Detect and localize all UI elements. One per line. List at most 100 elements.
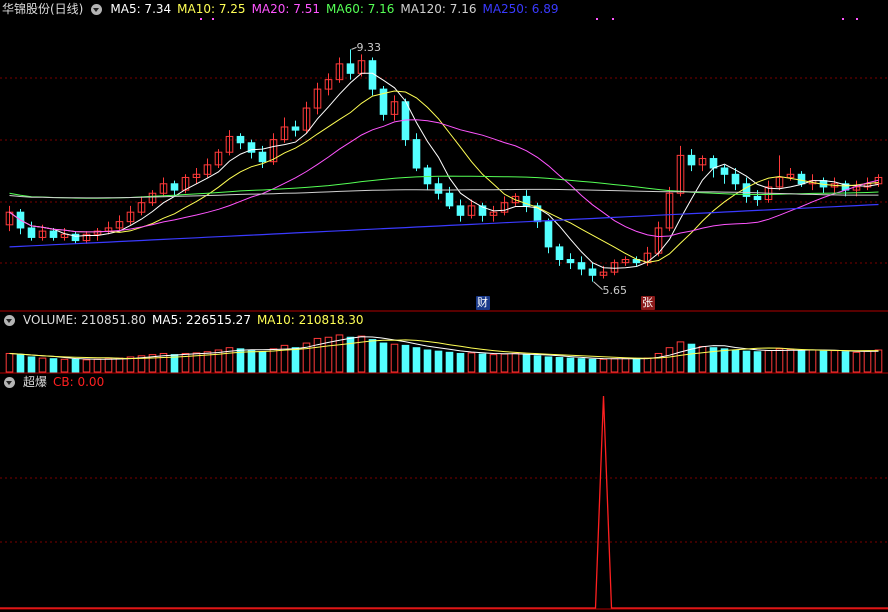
chevron-down-icon[interactable] [4, 314, 15, 326]
candle-body [346, 63, 355, 74]
volume-bar [588, 358, 597, 373]
cb-line [0, 395, 888, 609]
volume-bar [742, 350, 751, 373]
candle-body [555, 246, 564, 261]
volume-bar [808, 349, 817, 373]
volume-bar [38, 357, 47, 373]
volume-bar [379, 342, 388, 373]
volume-bar [654, 352, 663, 373]
candle-body [27, 227, 36, 238]
volume-bar [720, 348, 729, 373]
candle-body [423, 167, 432, 185]
volume-bar [599, 358, 608, 373]
volume-bar [368, 339, 377, 373]
volume-bar [797, 350, 806, 373]
volume-bar [533, 355, 542, 373]
volume-bar [632, 358, 641, 373]
volume-bar [566, 357, 575, 373]
volume-bar [412, 347, 421, 373]
volume-bar [27, 356, 36, 373]
chevron-down-icon[interactable] [4, 376, 15, 388]
volume-bar [60, 358, 69, 373]
volume-bar [643, 357, 652, 373]
volume-ma10: MA10: 210818.30 [256, 313, 364, 327]
volume-bar [544, 356, 553, 373]
volume-bar [555, 357, 564, 373]
volume-bar [247, 350, 256, 373]
volume-bar [665, 347, 674, 373]
candle-body [753, 195, 762, 201]
volume-bar [390, 343, 399, 373]
ma-label-1: MA10: 7.25 [177, 2, 246, 16]
volume-bar [434, 350, 443, 373]
candle-body [412, 139, 421, 169]
ma-label-2: MA20: 7.51 [251, 2, 320, 16]
ma-label-4: MA120: 7.16 [400, 2, 477, 16]
volume-bar [577, 358, 586, 373]
volume-bar [214, 349, 223, 373]
candle-body [49, 230, 58, 238]
candle-body [709, 158, 718, 169]
volume-bar [269, 348, 278, 373]
candle-body [566, 259, 575, 264]
volume-bar [467, 352, 476, 373]
volume-bar [115, 357, 124, 373]
candle-body [687, 154, 696, 166]
signal-dot [212, 18, 214, 20]
volume-bar [445, 351, 454, 373]
volume-bar [819, 350, 828, 373]
volume-bar [511, 352, 520, 373]
candle-body [544, 221, 553, 248]
volume-bar [16, 354, 25, 373]
volume-value: VOLUME: 210851.80 [23, 313, 146, 327]
candle-body [434, 183, 443, 194]
candle-body [731, 173, 740, 185]
volume-bar [731, 349, 740, 373]
ma-legend: MA5: 7.34 MA10: 7.25 MA20: 7.51 MA60: 7.16 M… [110, 1, 558, 17]
candle-body [236, 135, 245, 144]
candle-body [170, 183, 179, 191]
volume-bar [621, 357, 630, 373]
candle-body [577, 262, 586, 270]
signal-dot [856, 18, 858, 20]
volume-bar [126, 356, 135, 373]
candle-body [445, 192, 454, 207]
volume-bar [500, 353, 509, 373]
ma-line-250 [9, 203, 879, 248]
news-tag-limit[interactable]: 张 [640, 296, 655, 310]
volume-bar [863, 350, 872, 373]
volume-bar [93, 358, 102, 373]
candle-body [291, 126, 300, 131]
signal-dot [842, 18, 844, 20]
main-panel-header: 华锦股份(日线) MA5: 7.34 MA10: 7.25 MA20: 7.51 MA… [0, 1, 559, 17]
volume-bar [291, 347, 300, 373]
signal-dot [612, 18, 614, 20]
kline-chart [0, 18, 888, 610]
candle-body [797, 173, 806, 185]
high-price-label: 9.33 [356, 41, 382, 55]
volume-bar [698, 346, 707, 373]
news-tag-finance[interactable]: 财 [475, 296, 490, 310]
ma-line-20 [9, 119, 879, 238]
stock-title: 华锦股份(日线) [2, 2, 84, 16]
ma-label-0: MA5: 7.34 [110, 2, 172, 16]
volume-bar [401, 344, 410, 373]
volume-bar [478, 353, 487, 373]
signal-dot [200, 18, 202, 20]
volume-bar [874, 349, 883, 373]
cb-panel-header: 超爆 CB: 0.00 [0, 374, 104, 390]
volume-bar [258, 351, 267, 373]
volume-bar [841, 351, 850, 373]
candle-body [720, 167, 729, 175]
volume-bar [71, 358, 80, 373]
candle-body [588, 268, 597, 276]
ma-line-5 [9, 72, 879, 269]
chevron-down-icon[interactable] [91, 3, 103, 15]
volume-bar [49, 358, 58, 373]
ma-label-5: MA250: 6.89 [482, 2, 559, 16]
candle-body [456, 205, 465, 216]
volume-bar [5, 352, 14, 373]
volume-bar [346, 336, 355, 373]
volume-bar [852, 351, 861, 373]
volume-bar [313, 337, 322, 373]
